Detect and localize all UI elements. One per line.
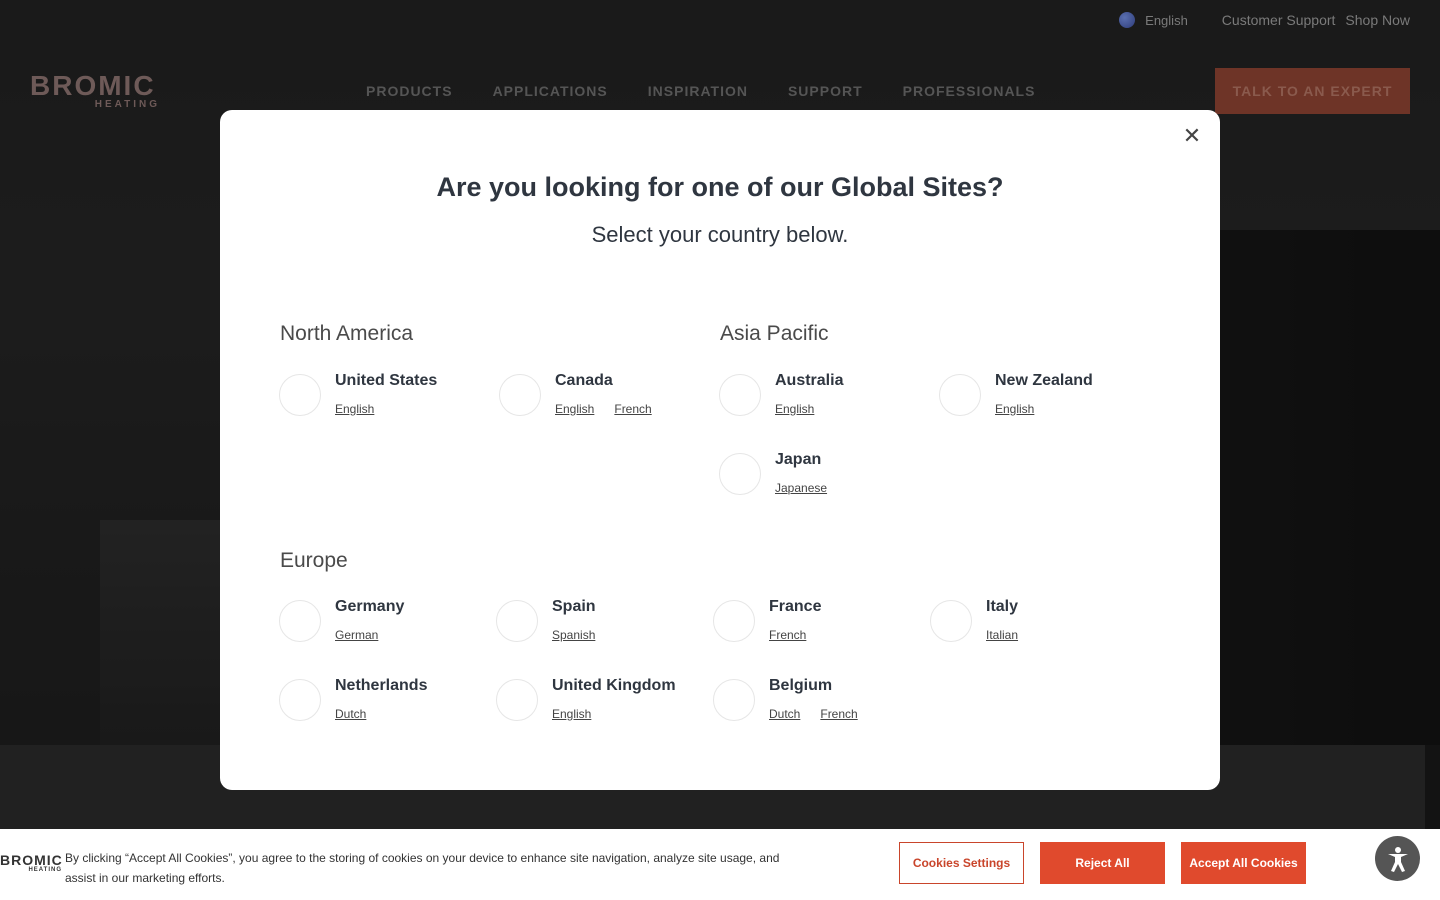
- flag-icon-belgium[interactable]: [713, 679, 755, 721]
- country-name: France: [769, 598, 822, 615]
- lang-link-english[interactable]: English: [335, 402, 374, 416]
- modal-subtitle: Select your country below.: [591, 222, 849, 247]
- nav-item-applications[interactable]: APPLICATIONS: [493, 83, 608, 99]
- region-title-asia-pacific: Asia Pacific: [720, 322, 829, 345]
- country-netherlands[interactable]: Netherlands Dutch: [279, 677, 428, 721]
- nav-item-support[interactable]: SUPPORT: [788, 83, 863, 99]
- main-nav: BROMIC HEATING PRODUCTS APPLICATIONS INS…: [30, 68, 1410, 114]
- flag-icon-united-kingdom[interactable]: [496, 679, 538, 721]
- region-title-europe: Europe: [280, 549, 348, 572]
- lang-link-french[interactable]: French: [820, 707, 857, 721]
- lang-link-english[interactable]: English: [552, 707, 591, 721]
- cookies-settings-button[interactable]: Cookies Settings: [899, 842, 1024, 884]
- flag-icon-australia[interactable]: [719, 374, 761, 416]
- country-name: United States: [335, 372, 438, 389]
- lang-link-french[interactable]: French: [614, 402, 651, 416]
- lang-link-french[interactable]: French: [769, 628, 806, 642]
- country-japan[interactable]: Japan Japanese: [719, 451, 827, 495]
- country-belgium[interactable]: Belgium Dutch French: [713, 677, 858, 721]
- flag-icon-italy[interactable]: [930, 600, 972, 642]
- reject-all-button[interactable]: Reject All: [1040, 842, 1165, 884]
- country-name: Germany: [335, 598, 405, 615]
- country-united-states[interactable]: United States English: [279, 372, 438, 416]
- country-new-zealand[interactable]: New Zealand English: [939, 372, 1093, 416]
- shop-now-link[interactable]: Shop Now: [1345, 12, 1410, 28]
- flag-icon-united-states[interactable]: [279, 374, 321, 416]
- country-name: Belgium: [769, 677, 833, 694]
- country-spain[interactable]: Spain Spanish: [496, 598, 596, 642]
- country-name: Canada: [555, 372, 613, 389]
- lang-link-english[interactable]: English: [555, 402, 594, 416]
- flag-icon-japan[interactable]: [719, 453, 761, 495]
- country-name: Netherlands: [335, 677, 428, 694]
- language-selector[interactable]: English: [1145, 13, 1188, 28]
- lang-link-dutch[interactable]: Dutch: [335, 707, 366, 721]
- nav-items: PRODUCTS APPLICATIONS INSPIRATION SUPPOR…: [366, 83, 1035, 99]
- accessibility-icon[interactable]: [1375, 836, 1420, 881]
- close-icon[interactable]: ✕: [1178, 122, 1206, 150]
- flag-icon-germany[interactable]: [279, 600, 321, 642]
- country-france[interactable]: France French: [713, 598, 822, 642]
- lang-link-dutch[interactable]: Dutch: [769, 707, 800, 721]
- global-sites-modal: ✕ Are you looking for one of our Global …: [220, 110, 1220, 790]
- flag-icon-spain[interactable]: [496, 600, 538, 642]
- lang-link-spanish[interactable]: Spanish: [552, 628, 595, 642]
- cookie-bromic-logo: BROMIC HEATING: [0, 852, 63, 873]
- utility-bar: English Customer Support Shop Now: [1119, 12, 1410, 28]
- country-australia[interactable]: Australia English: [719, 372, 844, 416]
- country-name: Spain: [552, 598, 596, 615]
- country-name: Italy: [986, 598, 1019, 615]
- lang-link-english[interactable]: English: [775, 402, 814, 416]
- bromic-logo[interactable]: BROMIC HEATING: [30, 71, 160, 110]
- flag-icon-netherlands[interactable]: [279, 679, 321, 721]
- flag-icon-france[interactable]: [713, 600, 755, 642]
- country-italy[interactable]: Italy Italian: [930, 598, 1019, 642]
- region-title-north-america: North America: [280, 322, 414, 345]
- country-germany[interactable]: Germany German: [279, 598, 405, 642]
- cookie-message: By clicking “Accept All Cookies”, you ag…: [65, 851, 780, 885]
- modal-title: Are you looking for one of our Global Si…: [436, 172, 1004, 202]
- customer-support-link[interactable]: Customer Support: [1222, 12, 1336, 28]
- lang-link-german[interactable]: German: [335, 628, 378, 642]
- nav-item-professionals[interactable]: PROFESSIONALS: [903, 83, 1036, 99]
- talk-to-expert-button[interactable]: TALK TO AN EXPERT: [1215, 68, 1410, 114]
- country-name: Australia: [775, 372, 844, 389]
- flag-icon-canada[interactable]: [499, 374, 541, 416]
- lang-link-italian[interactable]: Italian: [986, 628, 1018, 642]
- country-name: Japan: [775, 451, 822, 468]
- lang-link-japanese[interactable]: Japanese: [775, 481, 827, 495]
- globe-icon[interactable]: [1119, 12, 1136, 28]
- country-name: New Zealand: [995, 372, 1093, 389]
- cookie-banner: BROMIC HEATING By clicking “Accept All C…: [0, 829, 1440, 900]
- nav-item-inspiration[interactable]: INSPIRATION: [648, 83, 748, 99]
- country-united-kingdom[interactable]: United Kingdom English: [496, 677, 676, 721]
- accept-all-cookies-button[interactable]: Accept All Cookies: [1181, 842, 1306, 884]
- country-name: United Kingdom: [552, 677, 676, 694]
- flag-icon-new-zealand[interactable]: [939, 374, 981, 416]
- lang-link-english[interactable]: English: [995, 402, 1034, 416]
- nav-item-products[interactable]: PRODUCTS: [366, 83, 453, 99]
- country-canada[interactable]: Canada English French: [499, 372, 652, 416]
